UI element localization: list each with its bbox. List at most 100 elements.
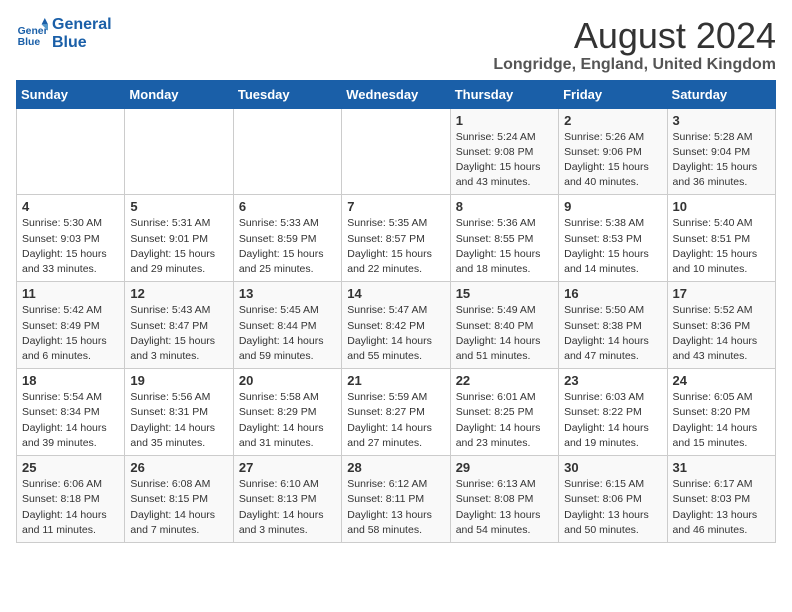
calendar-cell: 19 Sunrise: 5:56 AM Sunset: 8:31 PM Dayli… [125,369,233,456]
day-number: 21 [347,373,444,388]
day-number: 11 [22,286,119,301]
logo: General Blue General Blue [16,16,112,52]
calendar-cell: 12Sunrise: 5:43 AM Sunset: 8:47 PM Dayli… [125,282,233,369]
day-detail: Sunrise: 6:15 AM Sunset: 8:06 PM Dayligh… [564,477,661,538]
header-row: SundayMondayTuesdayWednesdayThursdayFrid… [17,80,776,108]
calendar-cell: 4 Sunrise: 5:30 AM Sunset: 9:03 PM Daylig… [17,195,125,282]
header-day: Monday [125,80,233,108]
day-detail: Sunrise: 5:35 AM Sunset: 8:57 PM Dayligh… [347,216,444,277]
day-number: 10 [673,199,770,214]
header-day: Wednesday [342,80,450,108]
day-detail: Sunrise: 5:59 AM Sunset: 8:27 PM Dayligh… [347,390,444,451]
calendar-cell: 8 Sunrise: 5:36 AM Sunset: 8:55 PM Daylig… [450,195,558,282]
calendar-cell: 17 Sunrise: 5:52 AM Sunset: 8:36 PM Dayli… [667,282,775,369]
day-detail: Sunrise: 6:17 AM Sunset: 8:03 PM Dayligh… [673,477,770,538]
day-number: 19 [130,373,227,388]
day-detail: Sunrise: 5:36 AM Sunset: 8:55 PM Dayligh… [456,216,553,277]
day-number: 7 [347,199,444,214]
calendar-cell: 16 Sunrise: 5:50 AM Sunset: 8:38 PM Dayli… [559,282,667,369]
calendar-cell: 9 Sunrise: 5:38 AM Sunset: 8:53 PM Daylig… [559,195,667,282]
calendar-cell: 31 Sunrise: 6:17 AM Sunset: 8:03 PM Dayli… [667,456,775,543]
day-detail: Sunrise: 5:47 AM Sunset: 8:42 PM Dayligh… [347,303,444,364]
day-detail: Sunrise: 5:31 AM Sunset: 9:01 PM Dayligh… [130,216,227,277]
logo-icon: General Blue [16,18,48,50]
calendar-cell: 30Sunrise: 6:15 AM Sunset: 8:06 PM Dayli… [559,456,667,543]
day-number: 6 [239,199,336,214]
day-detail: Sunrise: 6:05 AM Sunset: 8:20 PM Dayligh… [673,390,770,451]
header-day: Tuesday [233,80,341,108]
calendar-cell: 13Sunrise: 5:45 AM Sunset: 8:44 PM Dayli… [233,282,341,369]
day-number: 25 [22,460,119,475]
day-detail: Sunrise: 5:56 AM Sunset: 8:31 PM Dayligh… [130,390,227,451]
day-number: 31 [673,460,770,475]
day-detail: Sunrise: 6:12 AM Sunset: 8:11 PM Dayligh… [347,477,444,538]
main-title: August 2024 [493,16,776,56]
day-detail: Sunrise: 5:43 AM Sunset: 8:47 PM Dayligh… [130,303,227,364]
day-detail: Sunrise: 5:58 AM Sunset: 8:29 PM Dayligh… [239,390,336,451]
calendar-cell: 21 Sunrise: 5:59 AM Sunset: 8:27 PM Dayli… [342,369,450,456]
day-number: 4 [22,199,119,214]
header-day: Saturday [667,80,775,108]
day-detail: Sunrise: 6:01 AM Sunset: 8:25 PM Dayligh… [456,390,553,451]
calendar-cell: 26Sunrise: 6:08 AM Sunset: 8:15 PM Dayli… [125,456,233,543]
calendar-cell: 6 Sunrise: 5:33 AM Sunset: 8:59 PM Daylig… [233,195,341,282]
calendar-week-row: 1 Sunrise: 5:24 AM Sunset: 9:08 PM Daylig… [17,108,776,195]
calendar-cell: 29 Sunrise: 6:13 AM Sunset: 8:08 PM Dayli… [450,456,558,543]
calendar-cell: 27 Sunrise: 6:10 AM Sunset: 8:13 PM Dayli… [233,456,341,543]
day-detail: Sunrise: 6:10 AM Sunset: 8:13 PM Dayligh… [239,477,336,538]
day-detail: Sunrise: 5:52 AM Sunset: 8:36 PM Dayligh… [673,303,770,364]
calendar-cell: 28Sunrise: 6:12 AM Sunset: 8:11 PM Dayli… [342,456,450,543]
calendar-week-row: 18Sunrise: 5:54 AM Sunset: 8:34 PM Dayli… [17,369,776,456]
day-number: 9 [564,199,661,214]
day-detail: Sunrise: 5:49 AM Sunset: 8:40 PM Dayligh… [456,303,553,364]
day-detail: Sunrise: 5:38 AM Sunset: 8:53 PM Dayligh… [564,216,661,277]
day-number: 8 [456,199,553,214]
calendar-cell: 10Sunrise: 5:40 AM Sunset: 8:51 PM Dayli… [667,195,775,282]
calendar-cell: 20 Sunrise: 5:58 AM Sunset: 8:29 PM Dayli… [233,369,341,456]
calendar-cell [125,108,233,195]
calendar-cell: 2 Sunrise: 5:26 AM Sunset: 9:06 PM Daylig… [559,108,667,195]
logo-text2: Blue [52,34,112,52]
day-number: 13 [239,286,336,301]
header-day: Friday [559,80,667,108]
day-number: 24 [673,373,770,388]
day-number: 26 [130,460,227,475]
calendar-week-row: 25 Sunrise: 6:06 AM Sunset: 8:18 PM Dayli… [17,456,776,543]
calendar-cell [342,108,450,195]
day-number: 29 [456,460,553,475]
day-detail: Sunrise: 6:06 AM Sunset: 8:18 PM Dayligh… [22,477,119,538]
calendar-cell: 1 Sunrise: 5:24 AM Sunset: 9:08 PM Daylig… [450,108,558,195]
calendar-cell: 18Sunrise: 5:54 AM Sunset: 8:34 PM Dayli… [17,369,125,456]
calendar-cell: 23Sunrise: 6:03 AM Sunset: 8:22 PM Dayli… [559,369,667,456]
calendar-cell [233,108,341,195]
day-detail: Sunrise: 5:30 AM Sunset: 9:03 PM Dayligh… [22,216,119,277]
day-number: 17 [673,286,770,301]
header-day: Thursday [450,80,558,108]
day-detail: Sunrise: 5:26 AM Sunset: 9:06 PM Dayligh… [564,130,661,191]
day-detail: Sunrise: 6:03 AM Sunset: 8:22 PM Dayligh… [564,390,661,451]
calendar-cell: 15 Sunrise: 5:49 AM Sunset: 8:40 PM Dayli… [450,282,558,369]
day-detail: Sunrise: 5:28 AM Sunset: 9:04 PM Dayligh… [673,130,770,191]
day-detail: Sunrise: 6:13 AM Sunset: 8:08 PM Dayligh… [456,477,553,538]
day-detail: Sunrise: 5:42 AM Sunset: 8:49 PM Dayligh… [22,303,119,364]
day-detail: Sunrise: 5:54 AM Sunset: 8:34 PM Dayligh… [22,390,119,451]
svg-text:General: General [18,26,48,37]
day-number: 15 [456,286,553,301]
calendar-table: SundayMondayTuesdayWednesdayThursdayFrid… [16,80,776,543]
day-number: 27 [239,460,336,475]
calendar-week-row: 4 Sunrise: 5:30 AM Sunset: 9:03 PM Daylig… [17,195,776,282]
subtitle: Longridge, England, United Kingdom [493,56,776,74]
day-detail: Sunrise: 5:24 AM Sunset: 9:08 PM Dayligh… [456,130,553,191]
day-detail: Sunrise: 5:33 AM Sunset: 8:59 PM Dayligh… [239,216,336,277]
calendar-week-row: 11 Sunrise: 5:42 AM Sunset: 8:49 PM Dayli… [17,282,776,369]
day-number: 1 [456,113,553,128]
day-number: 16 [564,286,661,301]
calendar-cell: 5Sunrise: 5:31 AM Sunset: 9:01 PM Daylig… [125,195,233,282]
logo-text: General [52,16,112,34]
day-number: 2 [564,113,661,128]
calendar-cell: 22Sunrise: 6:01 AM Sunset: 8:25 PM Dayli… [450,369,558,456]
header-day: Sunday [17,80,125,108]
day-detail: Sunrise: 5:50 AM Sunset: 8:38 PM Dayligh… [564,303,661,364]
day-number: 20 [239,373,336,388]
calendar-cell: 11 Sunrise: 5:42 AM Sunset: 8:49 PM Dayli… [17,282,125,369]
